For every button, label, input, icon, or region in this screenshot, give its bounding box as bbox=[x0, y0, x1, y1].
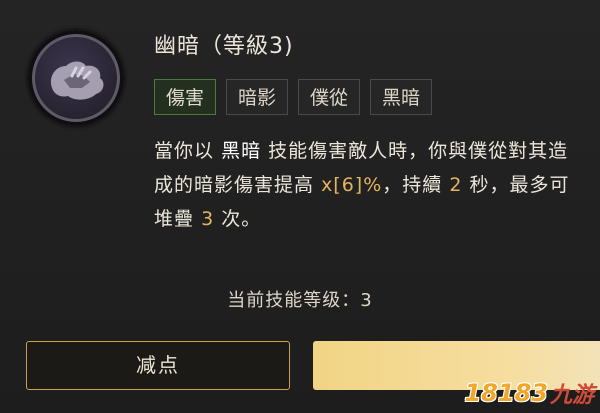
skill-tags: 傷害 暗影 僕從 黑暗 bbox=[154, 79, 433, 115]
desc-stacks: 3 bbox=[201, 208, 215, 230]
desc-value: x[6]% bbox=[321, 174, 383, 196]
skill-title: 幽暗（等級3) bbox=[154, 34, 294, 59]
desc-text: 當你以 bbox=[154, 140, 215, 162]
tag-shadow: 暗影 bbox=[226, 79, 289, 115]
skill-description: 當你以 黑暗 技能傷害敵人時，你與僕從對其造成的暗影傷害提高 x[6]%，持續 … bbox=[154, 134, 584, 236]
watermark-text: 九游 bbox=[549, 383, 594, 408]
desc-text: 次。 bbox=[221, 208, 262, 230]
tag-minion: 僕從 bbox=[298, 79, 361, 115]
desc-keyword: 黑暗 bbox=[221, 140, 262, 162]
current-skill-level: 当前技能等级：3 bbox=[227, 290, 373, 311]
desc-duration: 2 bbox=[449, 174, 463, 196]
watermark-number: 18183 bbox=[464, 379, 548, 407]
skill-tooltip-panel: 幽暗（等級3) 傷害 暗影 僕從 黑暗 當你以 黑暗 技能傷害敵人時，你與僕從對… bbox=[0, 0, 600, 413]
decrease-point-button[interactable]: 减点 bbox=[26, 341, 290, 390]
dark-hand-icon bbox=[28, 30, 124, 126]
watermark-logo: 18183 九游 bbox=[464, 377, 594, 409]
tag-damage: 傷害 bbox=[154, 79, 217, 115]
tag-darkness: 黑暗 bbox=[370, 79, 433, 115]
desc-text: ，持續 bbox=[382, 174, 443, 196]
